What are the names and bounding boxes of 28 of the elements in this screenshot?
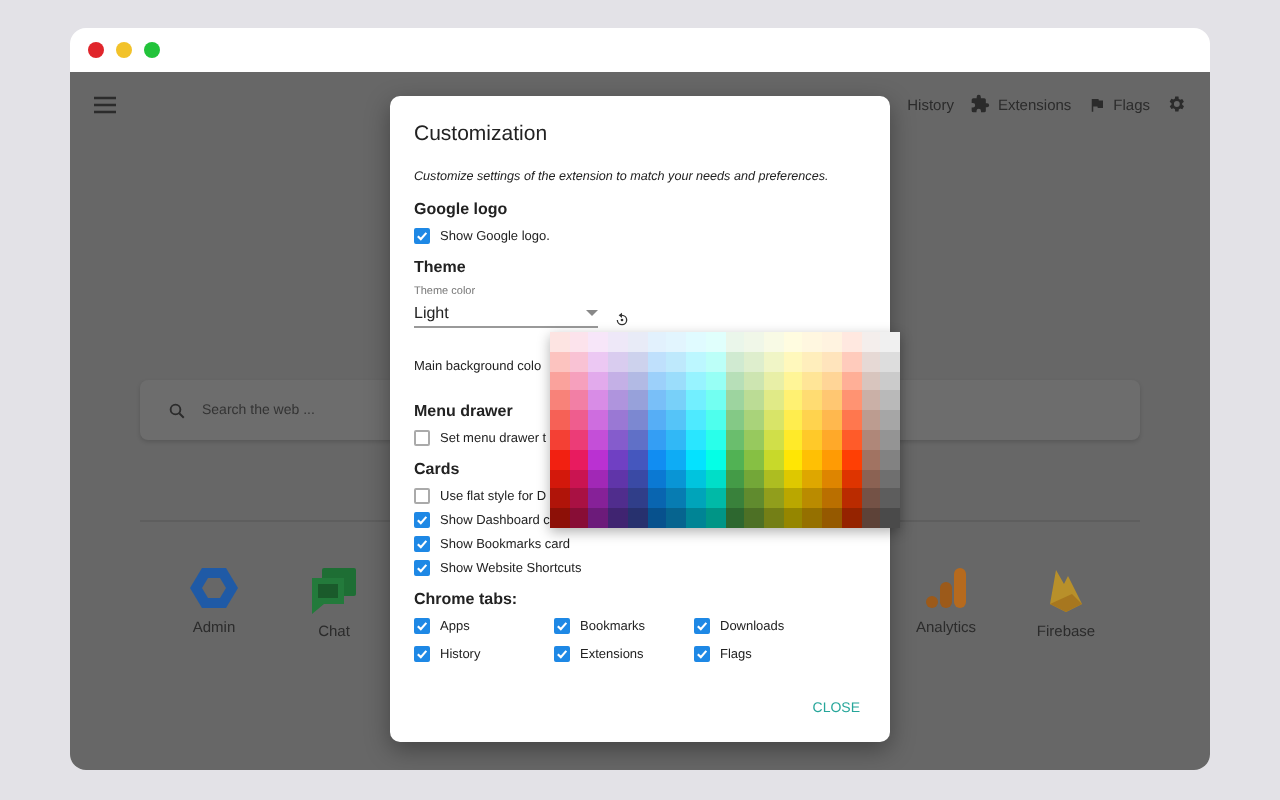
bar-chart-icon bbox=[924, 566, 968, 610]
dropdown-arrow-icon bbox=[586, 309, 598, 317]
section-heading: Chrome tabs: bbox=[414, 590, 520, 608]
close-dot[interactable] bbox=[88, 42, 104, 58]
search-icon bbox=[168, 401, 186, 419]
checkmark-icon bbox=[556, 620, 568, 632]
checkmark-icon bbox=[556, 648, 568, 660]
reset-icon[interactable] bbox=[614, 312, 630, 328]
color-palette[interactable] bbox=[550, 332, 900, 528]
checkmark-icon bbox=[416, 648, 428, 660]
flame-icon bbox=[1046, 566, 1086, 614]
menu-icon[interactable] bbox=[94, 95, 116, 113]
dialog-title: Customization bbox=[414, 122, 550, 146]
hexagon-icon bbox=[190, 566, 238, 610]
section-heading: Menu drawer bbox=[414, 402, 515, 420]
checkmark-icon bbox=[416, 620, 428, 632]
puzzle-icon bbox=[969, 94, 990, 114]
checkmark-icon bbox=[696, 648, 708, 660]
flag-icon bbox=[1087, 95, 1106, 113]
section-heading: Cards bbox=[414, 460, 462, 478]
section-heading: Google logo bbox=[414, 200, 510, 218]
zoom-dot[interactable] bbox=[144, 42, 160, 58]
minimize-dot[interactable] bbox=[116, 42, 132, 58]
section-heading: Theme bbox=[414, 258, 468, 276]
checkmark-icon bbox=[696, 620, 708, 632]
settings-icon[interactable] bbox=[1166, 94, 1186, 114]
chat-icon bbox=[310, 566, 358, 614]
checkmark-icon bbox=[416, 230, 428, 242]
